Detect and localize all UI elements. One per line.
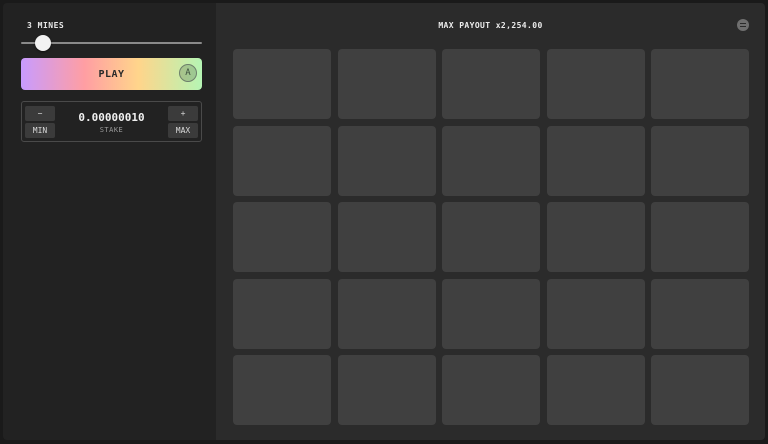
mine-tile[interactable] [651, 278, 749, 349]
mine-tile[interactable] [546, 202, 645, 272]
mine-tile[interactable] [546, 278, 645, 349]
min-stake-button[interactable]: MIN [25, 123, 55, 138]
auto-play-letter: A [185, 68, 191, 78]
mine-tile[interactable] [546, 355, 645, 425]
mines-count-label: 3 MINES [27, 21, 65, 30]
game-board: MAX PAYOUT x2,254.00 [216, 3, 765, 440]
mine-tile[interactable] [651, 49, 749, 119]
mine-tile[interactable] [546, 49, 645, 119]
mines-slider[interactable] [21, 35, 202, 51]
mines-game: 3 MINES PLAY A − MIN 0.00000010 STAKE + … [0, 0, 768, 444]
slider-thumb[interactable] [35, 35, 51, 51]
mine-tile[interactable] [233, 125, 331, 196]
auto-play-icon[interactable]: A [179, 64, 197, 82]
mine-tile[interactable] [337, 278, 436, 349]
increase-stake-button[interactable]: + [168, 106, 198, 121]
stake-control: − MIN 0.00000010 STAKE + MAX [21, 101, 202, 142]
mine-tile[interactable] [651, 125, 749, 196]
menu-icon[interactable] [737, 19, 749, 31]
mine-tile[interactable] [233, 202, 331, 272]
stake-label: STAKE [99, 126, 124, 134]
max-stake-button[interactable]: MAX [168, 123, 198, 138]
mine-tile[interactable] [442, 202, 540, 272]
max-payout-label: MAX PAYOUT x2,254.00 [438, 21, 543, 30]
mine-tile[interactable] [546, 125, 645, 196]
mine-tile[interactable] [233, 49, 331, 119]
play-button[interactable]: PLAY A [21, 58, 202, 90]
mine-tile[interactable] [442, 278, 540, 349]
mine-tile[interactable] [233, 278, 331, 349]
mine-tile[interactable] [337, 355, 436, 425]
control-panel: 3 MINES PLAY A − MIN 0.00000010 STAKE + … [3, 3, 216, 440]
tile-grid [233, 49, 749, 425]
play-button-label: PLAY [98, 68, 125, 80]
mine-tile[interactable] [337, 49, 436, 119]
stake-value[interactable]: 0.00000010 [62, 111, 161, 124]
mine-tile[interactable] [442, 49, 540, 119]
mine-tile[interactable] [233, 355, 331, 425]
decrease-stake-button[interactable]: − [25, 106, 55, 121]
mine-tile[interactable] [442, 125, 540, 196]
mine-tile[interactable] [651, 202, 749, 272]
mine-tile[interactable] [651, 355, 749, 425]
mine-tile[interactable] [337, 202, 436, 272]
mine-tile[interactable] [442, 355, 540, 425]
mine-tile[interactable] [337, 125, 436, 196]
